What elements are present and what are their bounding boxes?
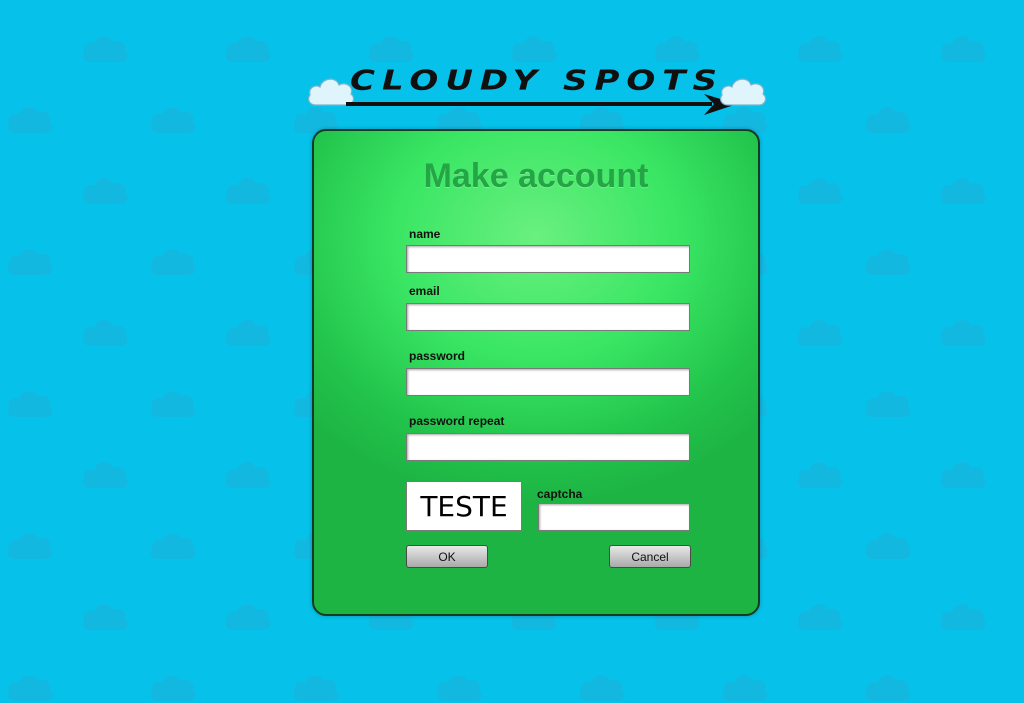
cloud-icon (795, 598, 845, 632)
cloud-icon (148, 243, 198, 277)
cloud-icon (223, 598, 273, 632)
cancel-button[interactable]: Cancel (609, 545, 691, 568)
cloud-icon (5, 243, 55, 277)
form-title: Make account (423, 157, 649, 195)
cloud-icon (577, 669, 627, 703)
cloud-icon (938, 314, 988, 348)
logo-cloud-right-icon (718, 72, 768, 108)
cloud-icon (434, 669, 484, 703)
cloud-icon (80, 30, 130, 64)
cloud-icon (938, 598, 988, 632)
logo: CLOUDY SPOTS (306, 64, 768, 120)
cloud-icon (5, 385, 55, 419)
cloud-icon (366, 30, 416, 64)
cloud-icon (863, 527, 913, 561)
cloud-icon (720, 669, 770, 703)
cloud-icon (5, 527, 55, 561)
cloud-icon (863, 385, 913, 419)
password-repeat-label: password repeat (409, 414, 505, 428)
cloud-icon (795, 172, 845, 206)
password-input[interactable] (406, 368, 690, 396)
cloud-icon (223, 314, 273, 348)
name-input[interactable] (406, 245, 690, 273)
cloud-icon (5, 669, 55, 703)
captcha-input[interactable] (538, 503, 690, 531)
cloud-icon (938, 456, 988, 490)
cloud-icon (223, 456, 273, 490)
password-label: password (409, 349, 466, 363)
cloud-icon (795, 30, 845, 64)
captcha-label: captcha (537, 487, 583, 501)
cloud-icon (80, 598, 130, 632)
email-input[interactable] (406, 303, 690, 331)
cloud-icon (795, 314, 845, 348)
cloud-icon (148, 385, 198, 419)
cloud-icon (148, 101, 198, 135)
cloud-icon (148, 669, 198, 703)
cloud-icon (148, 527, 198, 561)
cloud-icon (80, 314, 130, 348)
email-label: email (409, 284, 440, 298)
cloud-icon (863, 243, 913, 277)
cloud-icon (938, 172, 988, 206)
cloud-icon (291, 669, 341, 703)
cloud-icon (863, 101, 913, 135)
cloud-icon (938, 30, 988, 64)
cloud-icon (652, 30, 702, 64)
cloud-icon (223, 172, 273, 206)
logo-arrow-icon (346, 94, 737, 115)
make-account-card: Make account name email password passwor… (312, 129, 760, 616)
cloud-icon (223, 30, 273, 64)
captcha-image: TESTE (406, 481, 522, 531)
cloud-icon (80, 172, 130, 206)
cloud-icon (509, 30, 559, 64)
cloud-icon (5, 101, 55, 135)
name-label: name (409, 227, 441, 241)
cloud-icon (863, 669, 913, 703)
password-repeat-input[interactable] (406, 433, 690, 461)
ok-button[interactable]: OK (406, 545, 488, 568)
cloud-icon (795, 456, 845, 490)
logo-text: CLOUDY SPOTS (350, 64, 724, 97)
cloud-icon (80, 456, 130, 490)
